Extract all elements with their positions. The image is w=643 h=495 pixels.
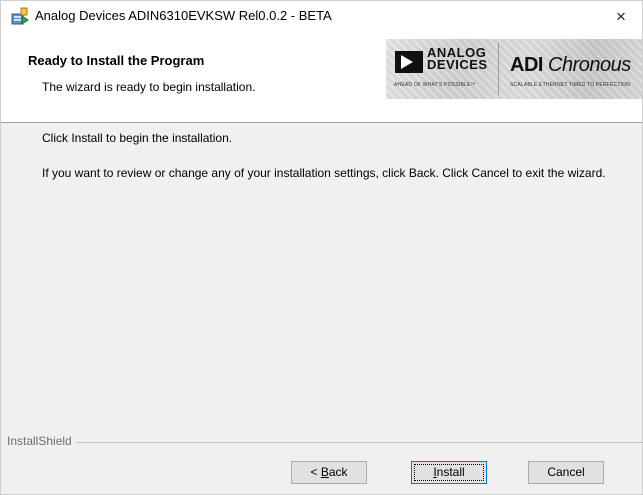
chronous-italic-text: Chronous [542, 54, 631, 76]
close-icon[interactable]: × [616, 7, 626, 26]
wizard-header: Ready to Install the Program The wizard … [1, 32, 642, 123]
chronous-tagline: SCALABLE ETHERNET TIMED TO PERFECTION [510, 82, 631, 88]
product-banner: ANALOG DEVICES AHEAD OF WHAT'S POSSIBLE™… [386, 39, 642, 99]
chronous-bold-text: ADI [510, 54, 543, 76]
title-bar[interactable]: Analog Devices ADIN6310EVKSW Rel0.0.2 - … [1, 1, 642, 32]
logo-triangle [401, 55, 413, 69]
instruction-text: Click Install to begin the installation. [42, 131, 233, 145]
page-subtitle: The wizard is ready to begin installatio… [42, 80, 256, 94]
focus-rectangle [414, 464, 484, 481]
back-hotkey: B [320, 465, 329, 479]
installer-window: Analog Devices ADIN6310EVKSW Rel0.0.2 - … [0, 0, 643, 495]
analog-devices-logo-icon [395, 51, 423, 73]
footer-divider [7, 442, 642, 443]
page-title: Ready to Install the Program [28, 53, 205, 68]
wordmark-line2: DEVICES [427, 57, 488, 72]
back-label-rest: ack [328, 465, 348, 479]
close-button[interactable]: × [600, 1, 642, 32]
installer-icon [10, 7, 29, 26]
installshield-label: InstallShield [7, 434, 76, 448]
install-button[interactable]: Install [411, 461, 487, 484]
window-title: Analog Devices ADIN6310EVKSW Rel0.0.2 - … [35, 8, 332, 23]
cancel-label: Cancel [547, 465, 585, 479]
banner-divider [498, 43, 499, 95]
adi-tagline: AHEAD OF WHAT'S POSSIBLE™ [394, 82, 476, 88]
back-button[interactable]: < Back [291, 461, 367, 484]
back-prefix: < [310, 465, 321, 479]
cancel-button[interactable]: Cancel [528, 461, 604, 484]
analog-devices-wordmark: ANALOG DEVICES [427, 46, 488, 72]
review-settings-text: If you want to review or change any of y… [42, 166, 606, 180]
adi-chronous-logo: ADI Chronous [510, 54, 631, 77]
